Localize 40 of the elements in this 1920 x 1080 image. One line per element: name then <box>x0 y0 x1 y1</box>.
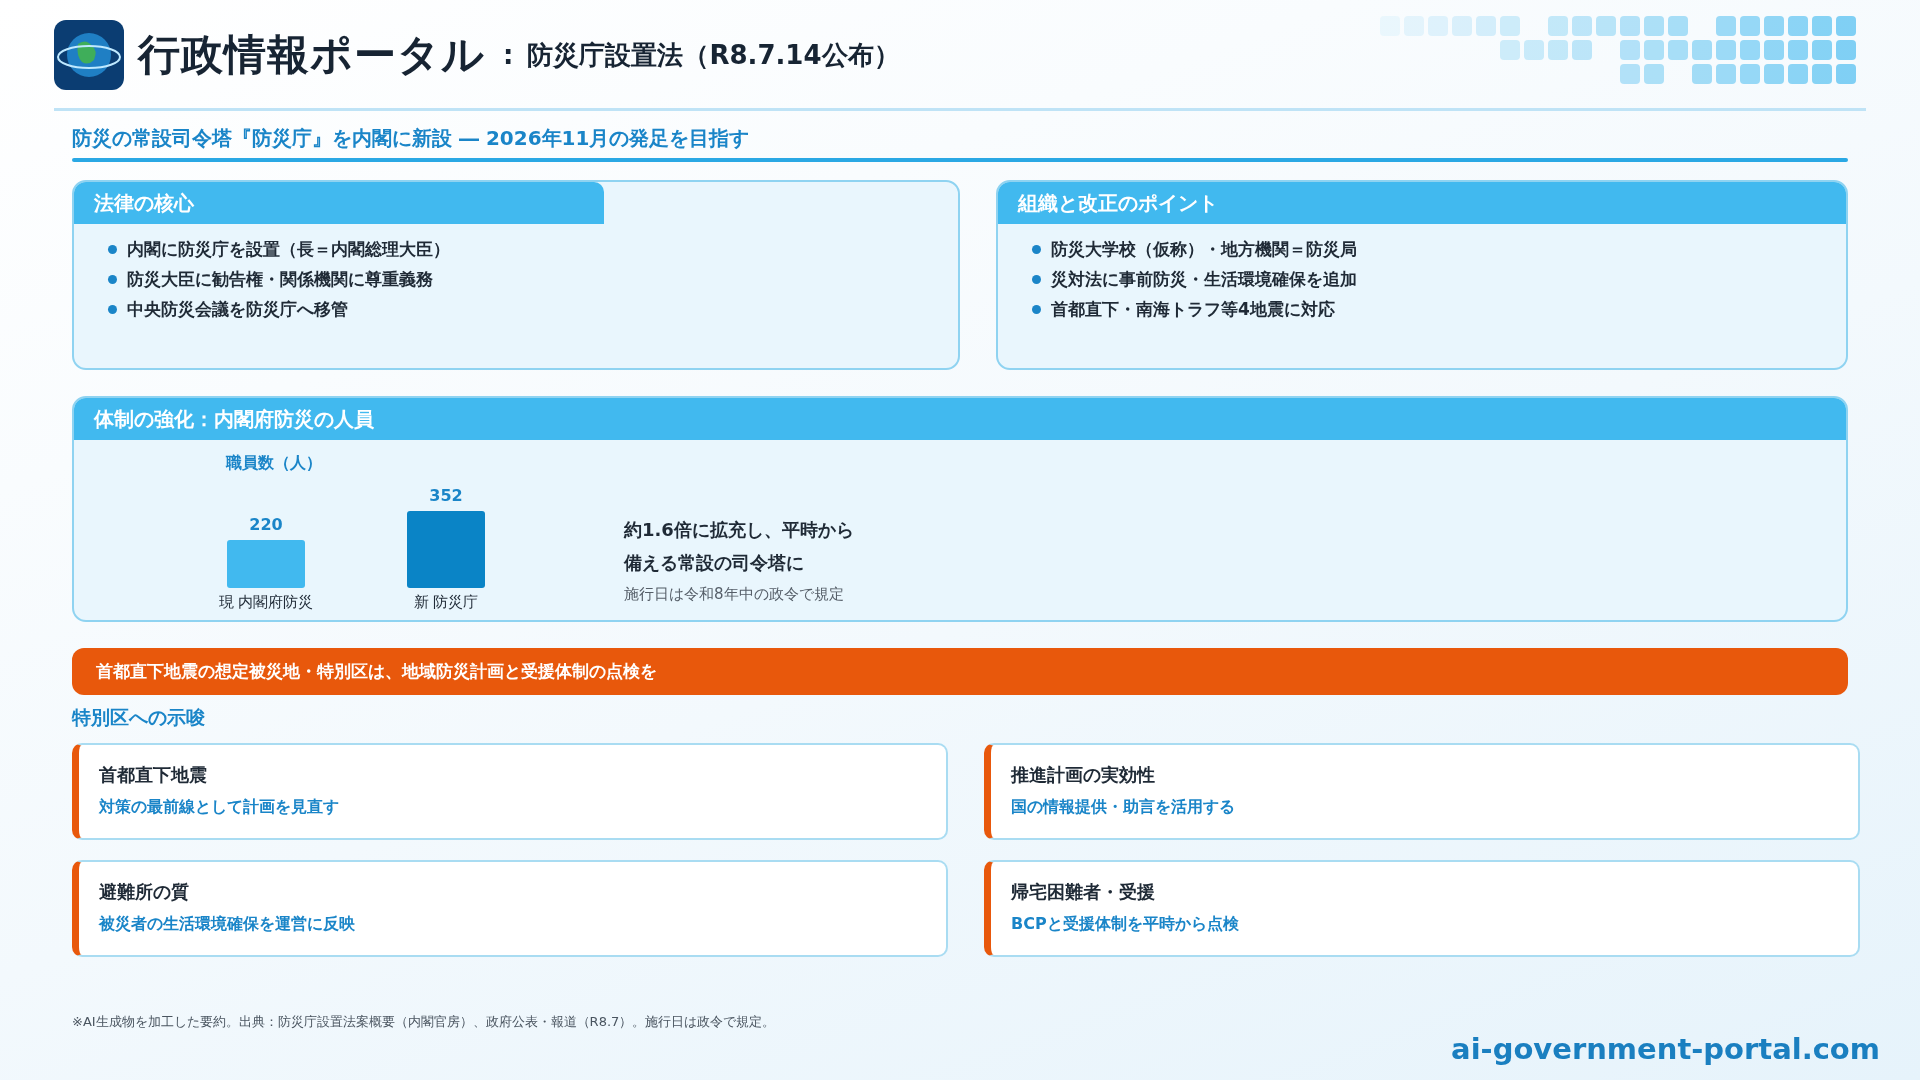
bullet-text: 内閣に防災庁を設置（長＝内閣総理大臣） <box>127 237 450 261</box>
footnote: ※AI生成物を加工した要約。出典：防災庁設置法案概要（内閣官房）、政府公表・報道（R8.7）。施行日は政令で規定。 <box>72 1013 777 1031</box>
page-subtitle: 防災庁設置法（R8.7.14公布） <box>527 38 900 72</box>
card-text: BCPと受援体制を平時から点検 <box>1011 914 1240 935</box>
bar-value-label: 352 <box>429 486 463 505</box>
card-header: 法律の核心 <box>74 182 604 224</box>
bullet-dot-icon <box>108 274 117 284</box>
bullet-text: 防災大学校（仮称）・地方機関＝防災局 <box>1051 237 1357 261</box>
bullet-text: 災対法に事前防災・生活環境確保を追加 <box>1051 267 1357 291</box>
panel-header: 体制の強化：内閣府防災の人員 <box>74 398 1846 440</box>
title-separator: : <box>503 40 514 70</box>
chart-title: 職員数（人） <box>226 453 322 472</box>
site-url: ai-government-portal.com <box>1451 1032 1880 1066</box>
card-title: 推進計画の実効性 <box>1011 763 1156 787</box>
bullet-text: 中央防災会議を防災庁へ移管 <box>127 297 348 321</box>
section-heading: 特別区への示唆 <box>72 705 206 730</box>
bar-category-label: 現 内閣府防災 <box>218 593 314 610</box>
note-text: 施行日は令和8年中の政令で規定 <box>624 585 845 604</box>
portal-title: 行政情報ポータル <box>138 29 485 81</box>
bar-category-label: 新 防災庁 <box>413 593 479 610</box>
card-text: 対策の最前線として計画を見直す <box>99 797 340 818</box>
bullet-text: 防災大臣に勧告権・関係機関に尊重義務 <box>127 267 433 291</box>
message-line: 約1.6倍に拡充し、平時から <box>624 518 854 542</box>
globe-logo-icon <box>54 20 124 90</box>
card-title: 帰宅困難者・受援 <box>1011 880 1156 904</box>
card-text: 国の情報提供・助言を活用する <box>1011 797 1236 818</box>
tagline: 防災の常設司令塔『防災庁』を内閣に新設 ― 2026年11月の発足を目指す <box>72 125 751 152</box>
message-line: 備える常設の司令塔に <box>624 551 805 575</box>
bullet-dot-icon <box>1032 244 1041 254</box>
card-text: 被災者の生活環境確保を運営に反映 <box>99 914 356 935</box>
bullet-dot-icon <box>1032 274 1041 284</box>
bullet-dot-icon <box>1032 304 1041 314</box>
alert-banner: 首都直下地震の想定被災地・特別区は、地域防災計画と受援体制の点検を <box>72 648 1848 695</box>
bullet-dot-icon <box>108 244 117 254</box>
bar-value-label: 220 <box>249 514 283 534</box>
bullet-dot-icon <box>108 304 117 314</box>
card-title: 首都直下地震 <box>99 763 208 787</box>
bullet-text: 首都直下・南海トラフ等4地震に対応 <box>1051 297 1335 321</box>
card-header: 組織と改正のポイント <box>998 182 1846 224</box>
card-title: 避難所の質 <box>99 880 190 904</box>
